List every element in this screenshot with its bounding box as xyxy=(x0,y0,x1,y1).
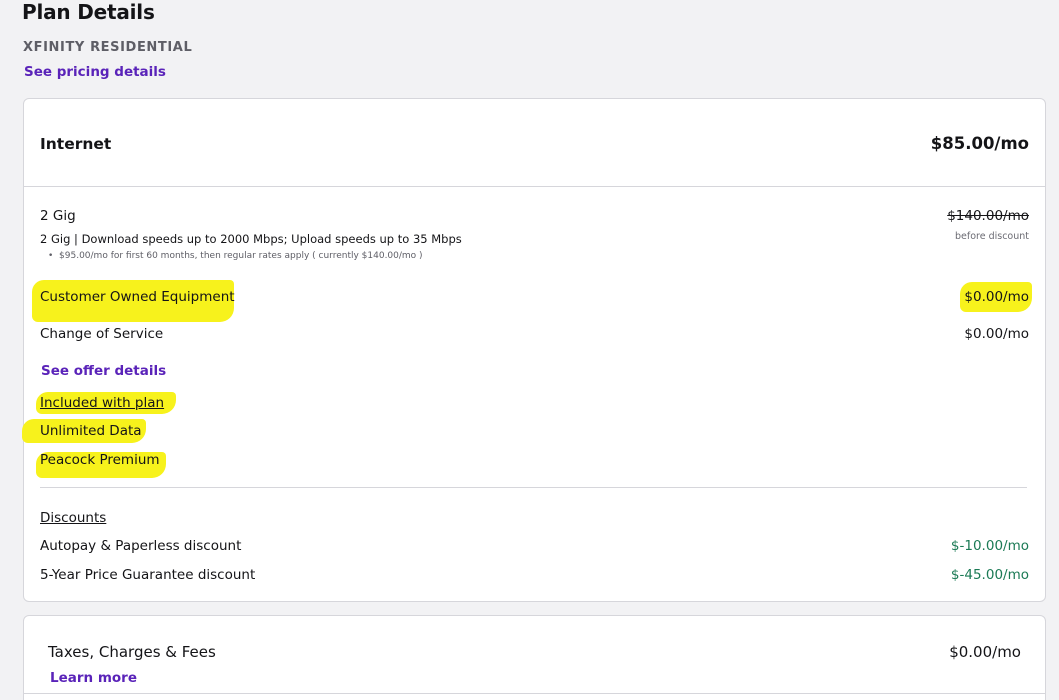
bullet-dot: • xyxy=(48,251,60,261)
discount-amount: $-10.00/mo xyxy=(950,538,1029,554)
plan-details-page: Plan Details XFINITY RESIDENTIAL See pri… xyxy=(0,0,1059,700)
line-item-price: $0.00/mo xyxy=(964,326,1029,342)
internet-total-price: $85.00/mo xyxy=(930,134,1029,153)
plan-speed-name: 2 Gig xyxy=(40,208,76,224)
plan-description: 2 Gig | Download speeds up to 2000 Mbps;… xyxy=(40,232,462,246)
included-item: Peacock Premium xyxy=(40,452,160,468)
learn-more-link[interactable]: Learn more xyxy=(50,670,137,686)
internet-card-header: Internet $85.00/mo xyxy=(24,99,1045,187)
taxes-divider xyxy=(24,693,1045,694)
discount-label: Autopay & Paperless discount xyxy=(40,538,242,554)
line-item-label: Change of Service xyxy=(40,326,164,342)
discount-amount: $-45.00/mo xyxy=(950,567,1029,583)
line-item-label: Customer Owned Equipment xyxy=(40,289,235,305)
taxes-title: Taxes, Charges & Fees xyxy=(48,643,216,661)
plan-promo-text: $95.00/mo for first 60 months, then regu… xyxy=(59,251,423,261)
internet-title: Internet xyxy=(40,135,112,153)
price-before-discount-note: before discount xyxy=(954,231,1029,242)
see-offer-details-link[interactable]: See offer details xyxy=(41,363,166,379)
discount-label: 5-Year Price Guarantee discount xyxy=(40,567,256,583)
taxes-card: Taxes, Charges & Fees $0.00/mo Learn mor… xyxy=(23,615,1046,700)
taxes-price: $0.00/mo xyxy=(949,643,1021,661)
plan-name: XFINITY RESIDENTIAL xyxy=(23,40,193,55)
section-divider xyxy=(40,487,1027,488)
plan-original-price: $140.00/mo xyxy=(947,208,1029,224)
see-pricing-details-link[interactable]: See pricing details xyxy=(24,64,166,80)
discounts-heading: Discounts xyxy=(40,510,107,526)
plan-promo-bullet: • $95.00/mo for first 60 months, then re… xyxy=(48,251,423,261)
internet-card: Internet $85.00/mo 2 Gig $140.00/mo befo… xyxy=(22,98,1046,602)
line-item-price: $0.00/mo xyxy=(964,289,1029,305)
included-with-plan-heading: Included with plan xyxy=(40,395,165,411)
page-title: Plan Details xyxy=(22,0,155,24)
included-item: Unlimited Data xyxy=(40,423,142,439)
